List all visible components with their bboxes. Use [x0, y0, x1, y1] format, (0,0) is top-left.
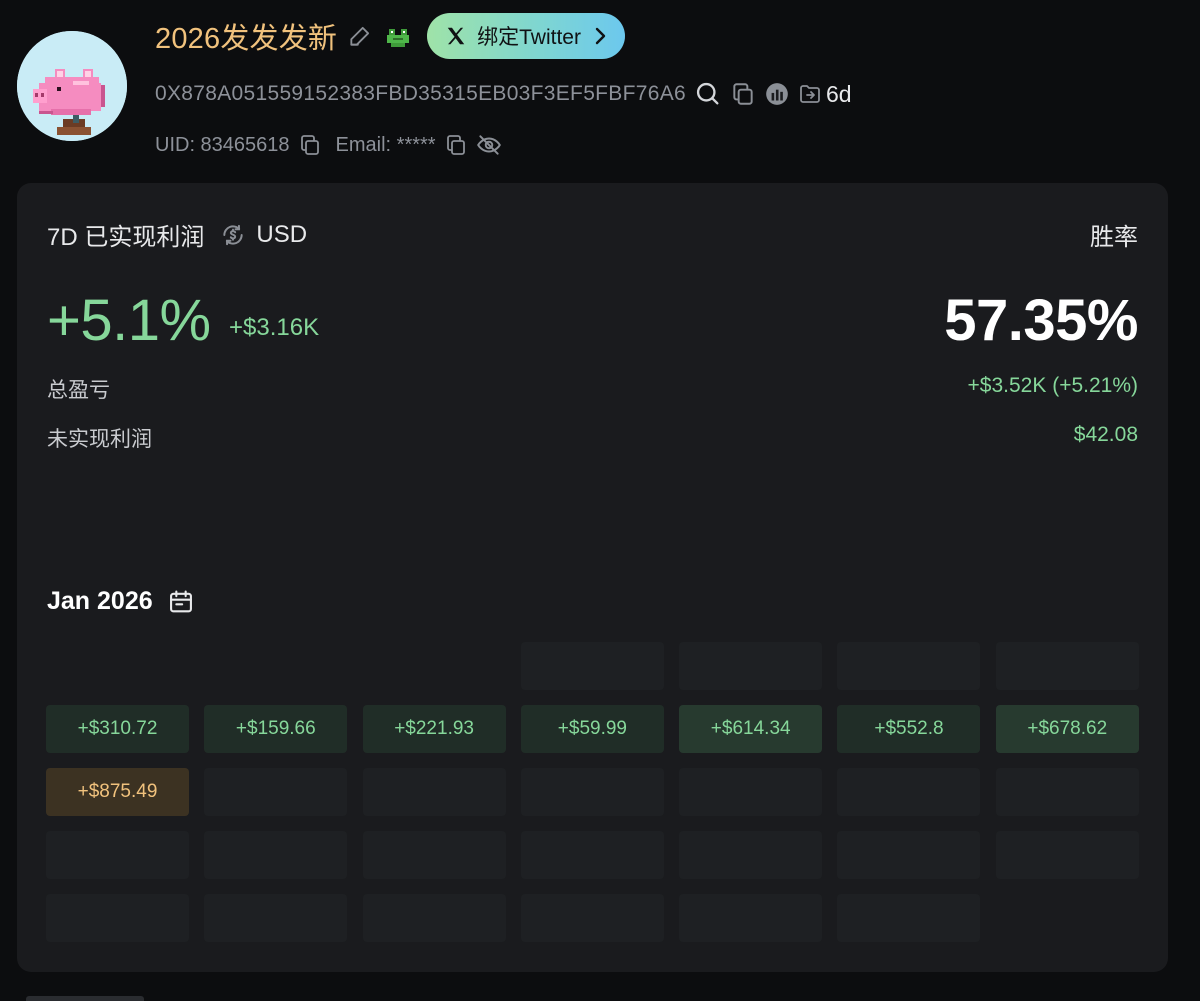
wallet-address-row: 0X878A051559152383FBD35315EB03F3EF5FBF76… — [155, 76, 852, 112]
calendar-day-cell[interactable] — [46, 831, 189, 879]
calendar-day-cell[interactable] — [204, 831, 348, 879]
x-logo-icon — [447, 27, 465, 45]
calendar-day-cell[interactable] — [837, 642, 981, 690]
calendar-day-cell[interactable] — [995, 642, 1139, 690]
bind-twitter-button[interactable]: 绑定Twitter — [427, 13, 625, 59]
calendar-day-cell[interactable]: +$59.99 — [520, 705, 664, 753]
uid-email-row: UID: 83465618 Email: ***** — [155, 128, 502, 162]
profile-name-row: 2026发发发新 绑定Twitter — [155, 12, 625, 60]
pnl-calendar-grid: +$310.72 +$159.66 +$221.93 +$59.99 +$614.34 +… — [46, 642, 1139, 942]
calendar-empty-slot — [363, 642, 506, 690]
calendar-day-cell[interactable]: +$614.34 — [679, 705, 823, 753]
winrate-label: 胜率 — [1090, 224, 1138, 251]
calendar-day-cell[interactable] — [679, 642, 823, 690]
pencil-icon[interactable] — [347, 23, 373, 49]
calendar-day-cell[interactable] — [837, 831, 981, 879]
calendar-empty-slot — [204, 642, 347, 690]
unrealized-pnl-label: 未实现利润 — [47, 428, 152, 451]
total-pnl-label: 总盈亏 — [47, 379, 110, 402]
frog-emoji-icon — [383, 21, 413, 51]
calendar-day-pnl: +$159.66 — [235, 718, 316, 739]
wallet-age-icon — [798, 82, 822, 106]
copy-icon[interactable] — [730, 81, 756, 107]
calendar-day-pnl: +$552.8 — [874, 718, 944, 739]
uid-text: UID: 83465618 — [155, 133, 290, 156]
calendar-day-cell[interactable] — [679, 894, 823, 942]
currency-swap-icon[interactable] — [220, 222, 246, 248]
avatar[interactable] — [17, 31, 127, 141]
eye-off-icon[interactable] — [476, 132, 502, 158]
copy-icon[interactable] — [444, 133, 468, 157]
calendar-day-cell[interactable] — [995, 768, 1139, 816]
calendar-day-cell[interactable]: +$221.93 — [362, 705, 506, 753]
calendar-day-cell[interactable] — [362, 894, 506, 942]
pnl-period-header: 7D 已实现利润 USD — [47, 217, 307, 252]
calendar-month-header: Jan 2026 — [47, 587, 195, 616]
bind-twitter-label: 绑定Twitter — [477, 26, 581, 49]
pixel-pig-avatar-image — [17, 31, 127, 141]
calendar-day-cell[interactable] — [520, 831, 664, 879]
winrate-value: 57.35% — [944, 288, 1138, 353]
wallet-age-value: 6d — [825, 80, 852, 107]
calendar-day-pnl: +$59.99 — [557, 718, 627, 739]
currency-label[interactable]: USD — [256, 221, 307, 249]
calendar-day-cell[interactable]: +$552.8 — [837, 705, 981, 753]
unrealized-pnl-value: $42.08 — [1073, 423, 1138, 446]
explorer-icon[interactable] — [764, 81, 790, 107]
calendar-day-pnl: +$614.34 — [710, 718, 791, 739]
calendar-month-label: Jan 2026 — [47, 587, 153, 615]
calendar-day-cell[interactable] — [204, 768, 348, 816]
pnl-period-label[interactable]: 7D 已实现利润 — [47, 217, 204, 252]
total-pnl-value: +$3.52K (+5.21%) — [967, 374, 1138, 397]
calendar-day-cell[interactable] — [362, 831, 506, 879]
wallet-profile-page: 2026发发发新 绑定Twitter 0X878A051559152383FBD… — [0, 0, 1200, 1001]
calendar-day-pnl: +$875.49 — [77, 781, 158, 802]
pnl-card: 7D 已实现利润 USD 胜率 +5.1% +$3.16K 57.35% 总盈亏… — [17, 183, 1168, 972]
calendar-day-cell[interactable]: +$310.72 — [46, 705, 189, 753]
realized-pnl-amount: +$3.16K — [229, 314, 320, 341]
calendar-day-cell[interactable]: +$875.49 — [46, 768, 189, 816]
calendar-day-cell[interactable] — [520, 894, 664, 942]
calendar-day-cell[interactable] — [204, 894, 348, 942]
email-text: Email: ***** — [335, 133, 436, 156]
calendar-empty-slot — [46, 642, 189, 690]
calendar-day-cell[interactable] — [837, 894, 981, 942]
calendar-day-cell[interactable]: +$678.62 — [995, 705, 1139, 753]
calendar-day-cell[interactable]: +$159.66 — [204, 705, 348, 753]
bottom-tab-indicator — [26, 996, 144, 1001]
realized-pnl-percent: +5.1% — [47, 288, 211, 353]
calendar-day-cell[interactable] — [679, 831, 823, 879]
calendar-day-cell[interactable] — [520, 768, 664, 816]
wallet-address: 0X878A051559152383FBD35315EB03F3EF5FBF76… — [155, 82, 686, 105]
calendar-day-cell[interactable] — [995, 831, 1139, 879]
search-icon[interactable] — [694, 80, 722, 108]
calendar-day-pnl: +$221.93 — [394, 718, 474, 739]
calendar-day-pnl: +$310.72 — [77, 718, 158, 739]
calendar-icon[interactable] — [167, 588, 195, 616]
calendar-day-pnl: +$678.62 — [1027, 718, 1108, 739]
calendar-day-cell[interactable] — [520, 642, 664, 690]
calendar-day-cell[interactable] — [46, 894, 189, 942]
calendar-day-cell[interactable] — [837, 768, 981, 816]
calendar-day-cell[interactable] — [362, 768, 506, 816]
calendar-day-cell[interactable] — [679, 768, 823, 816]
chevron-right-icon — [595, 27, 606, 45]
copy-icon[interactable] — [298, 133, 322, 157]
username: 2026发发发新 — [155, 23, 338, 55]
